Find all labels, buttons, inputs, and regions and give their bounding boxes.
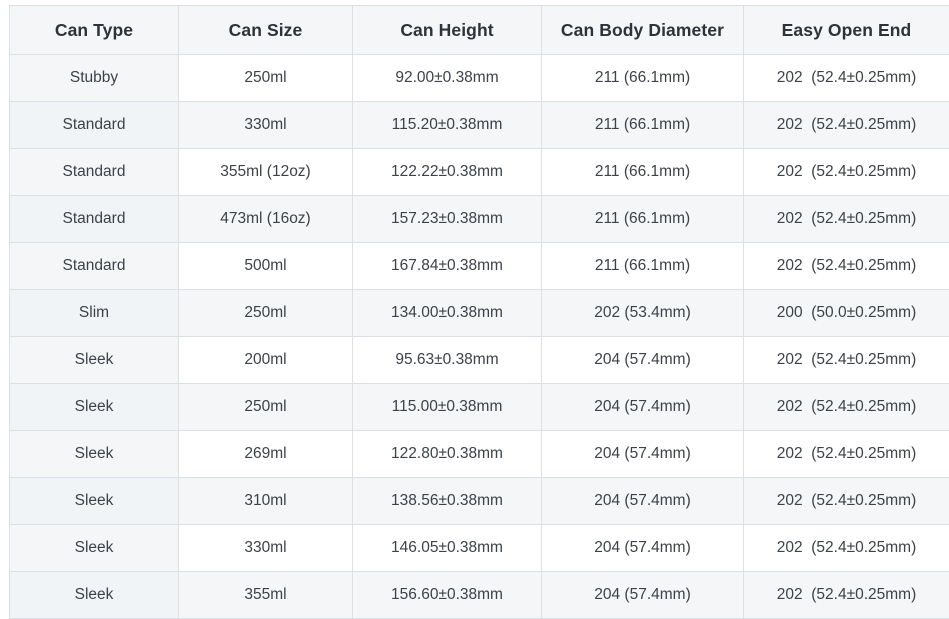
cell-easy-open-end: 202 (52.4±0.25mm) xyxy=(744,55,949,102)
cell-can-height: 157.23±0.38mm xyxy=(353,196,542,243)
cell-can-body-diameter: 204 (57.4mm) xyxy=(542,525,744,572)
cell-can-type: Sleek xyxy=(10,478,179,525)
cell-can-height: 115.00±0.38mm xyxy=(353,384,542,431)
cell-can-type: Sleek xyxy=(10,572,179,619)
cell-can-size: 250ml xyxy=(179,55,353,102)
table-row: Standard500ml167.84±0.38mm211 (66.1mm)20… xyxy=(10,243,949,290)
table-body: Stubby250ml92.00±0.38mm211 (66.1mm)202 (… xyxy=(10,55,949,619)
cell-can-height: 138.56±0.38mm xyxy=(353,478,542,525)
table-row: Sleek269ml122.80±0.38mm204 (57.4mm)202 (… xyxy=(10,431,949,478)
column-header-easy-open-end: Easy Open End xyxy=(744,6,949,55)
cell-can-size: 355ml (12oz) xyxy=(179,149,353,196)
column-header-can-body-diameter: Can Body Diameter xyxy=(542,6,744,55)
table-row: Standard355ml (12oz)122.22±0.38mm211 (66… xyxy=(10,149,949,196)
table-row: Sleek200ml95.63±0.38mm204 (57.4mm)202 (5… xyxy=(10,337,949,384)
cell-easy-open-end: 202 (52.4±0.25mm) xyxy=(744,431,949,478)
table-header: Can Type Can Size Can Height Can Body Di… xyxy=(10,6,949,55)
cell-can-height: 122.80±0.38mm xyxy=(353,431,542,478)
column-header-can-size: Can Size xyxy=(179,6,353,55)
table-row: Sleek310ml138.56±0.38mm204 (57.4mm)202 (… xyxy=(10,478,949,525)
table-row: Standard473ml (16oz)157.23±0.38mm211 (66… xyxy=(10,196,949,243)
table-row: Slim250ml134.00±0.38mm202 (53.4mm)200 (5… xyxy=(10,290,949,337)
cell-easy-open-end: 200 (50.0±0.25mm) xyxy=(744,290,949,337)
cell-can-height: 92.00±0.38mm xyxy=(353,55,542,102)
table-header-row: Can Type Can Size Can Height Can Body Di… xyxy=(10,6,949,55)
column-header-can-height: Can Height xyxy=(353,6,542,55)
cell-can-type: Sleek xyxy=(10,384,179,431)
cell-easy-open-end: 202 (52.4±0.25mm) xyxy=(744,572,949,619)
cell-can-body-diameter: 202 (53.4mm) xyxy=(542,290,744,337)
cell-can-body-diameter: 204 (57.4mm) xyxy=(542,572,744,619)
cell-can-type: Standard xyxy=(10,243,179,290)
cell-easy-open-end: 202 (52.4±0.25mm) xyxy=(744,525,949,572)
cell-can-size: 269ml xyxy=(179,431,353,478)
cell-can-size: 330ml xyxy=(179,525,353,572)
cell-can-body-diameter: 211 (66.1mm) xyxy=(542,55,744,102)
cell-can-type: Standard xyxy=(10,196,179,243)
cell-can-height: 95.63±0.38mm xyxy=(353,337,542,384)
cell-can-size: 473ml (16oz) xyxy=(179,196,353,243)
table-row: Sleek355ml156.60±0.38mm204 (57.4mm)202 (… xyxy=(10,572,949,619)
cell-can-height: 134.00±0.38mm xyxy=(353,290,542,337)
cell-can-body-diameter: 211 (66.1mm) xyxy=(542,149,744,196)
cell-can-size: 250ml xyxy=(179,290,353,337)
table-row: Sleek250ml115.00±0.38mm204 (57.4mm)202 (… xyxy=(10,384,949,431)
cell-easy-open-end: 202 (52.4±0.25mm) xyxy=(744,243,949,290)
cell-can-body-diameter: 211 (66.1mm) xyxy=(542,196,744,243)
cell-can-size: 200ml xyxy=(179,337,353,384)
cell-can-height: 122.22±0.38mm xyxy=(353,149,542,196)
cell-easy-open-end: 202 (52.4±0.25mm) xyxy=(744,196,949,243)
cell-can-body-diameter: 211 (66.1mm) xyxy=(542,102,744,149)
cell-can-height: 167.84±0.38mm xyxy=(353,243,542,290)
cell-can-size: 250ml xyxy=(179,384,353,431)
cell-can-body-diameter: 204 (57.4mm) xyxy=(542,337,744,384)
column-header-can-type: Can Type xyxy=(10,6,179,55)
can-specification-table-container: Can Type Can Size Can Height Can Body Di… xyxy=(9,5,949,619)
cell-can-size: 330ml xyxy=(179,102,353,149)
cell-easy-open-end: 202 (52.4±0.25mm) xyxy=(744,337,949,384)
cell-can-body-diameter: 204 (57.4mm) xyxy=(542,478,744,525)
can-specification-table: Can Type Can Size Can Height Can Body Di… xyxy=(9,5,949,619)
cell-easy-open-end: 202 (52.4±0.25mm) xyxy=(744,102,949,149)
table-row: Stubby250ml92.00±0.38mm211 (66.1mm)202 (… xyxy=(10,55,949,102)
cell-can-type: Sleek xyxy=(10,431,179,478)
cell-can-body-diameter: 204 (57.4mm) xyxy=(542,384,744,431)
cell-can-body-diameter: 211 (66.1mm) xyxy=(542,243,744,290)
cell-can-height: 115.20±0.38mm xyxy=(353,102,542,149)
table-row: Sleek330ml146.05±0.38mm204 (57.4mm)202 (… xyxy=(10,525,949,572)
cell-can-size: 310ml xyxy=(179,478,353,525)
cell-can-body-diameter: 204 (57.4mm) xyxy=(542,431,744,478)
table-row: Standard330ml115.20±0.38mm211 (66.1mm)20… xyxy=(10,102,949,149)
cell-can-type: Sleek xyxy=(10,337,179,384)
cell-easy-open-end: 202 (52.4±0.25mm) xyxy=(744,384,949,431)
cell-can-height: 146.05±0.38mm xyxy=(353,525,542,572)
cell-can-height: 156.60±0.38mm xyxy=(353,572,542,619)
cell-can-size: 355ml xyxy=(179,572,353,619)
cell-can-type: Standard xyxy=(10,102,179,149)
cell-can-type: Stubby xyxy=(10,55,179,102)
cell-can-type: Slim xyxy=(10,290,179,337)
cell-can-size: 500ml xyxy=(179,243,353,290)
cell-can-type: Standard xyxy=(10,149,179,196)
cell-easy-open-end: 202 (52.4±0.25mm) xyxy=(744,149,949,196)
cell-easy-open-end: 202 (52.4±0.25mm) xyxy=(744,478,949,525)
cell-can-type: Sleek xyxy=(10,525,179,572)
